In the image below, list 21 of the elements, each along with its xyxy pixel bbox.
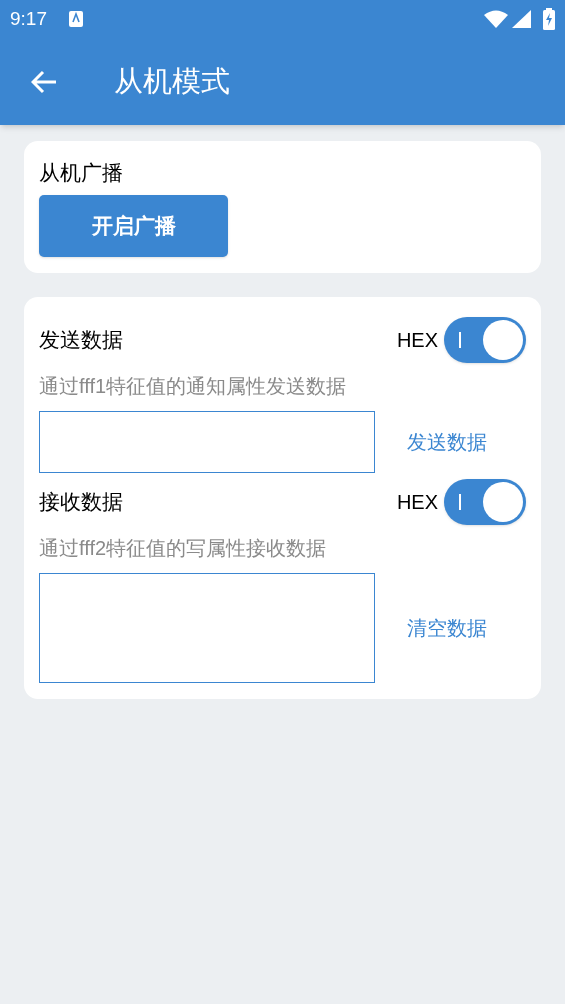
page-title: 从机模式 [114,63,230,99]
hex-label: HEX [396,328,438,353]
broadcast-title: 从机广播 [39,160,123,186]
section-title: 接收数据 [39,489,123,516]
action-link[interactable]: 清空数据 [407,613,487,643]
hint-text: 通过fff1特征值的通知属性发送数据 [39,374,348,399]
hint-text: 通过fff2特征值的写属性接收数据 [39,536,328,561]
start-broadcast-button[interactable]: 开启广播 [39,195,228,257]
data-field[interactable] [39,411,375,473]
wifi-icon [484,10,508,28]
status-time: 9:17 [10,6,47,31]
battery-icon [543,8,555,30]
keyboard-icon [69,11,83,27]
action-link[interactable]: 发送数据 [407,427,487,457]
signal-icon [512,10,531,28]
hex-switch[interactable] [444,479,526,525]
hex-switch[interactable] [444,317,526,363]
section-title: 发送数据 [39,327,123,354]
hex-label: HEX [396,490,438,515]
back-arrow-icon[interactable] [31,69,57,94]
data-field[interactable] [39,573,375,683]
